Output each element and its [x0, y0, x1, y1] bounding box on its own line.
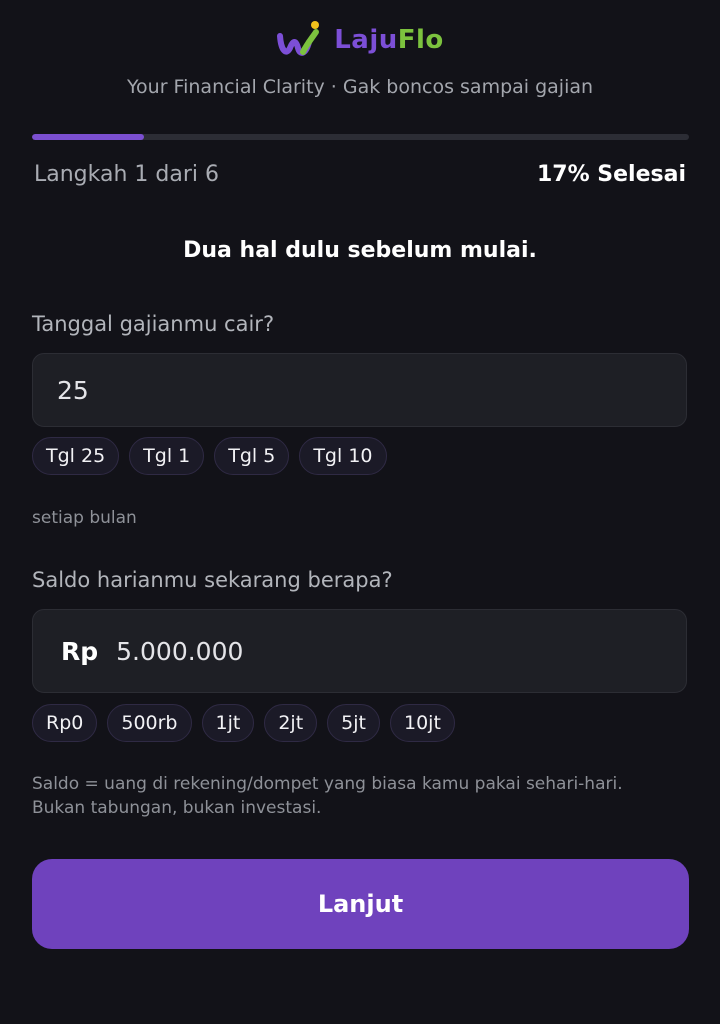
- chip-10jt[interactable]: 10jt: [389, 704, 455, 742]
- payday-input-box[interactable]: [32, 353, 687, 427]
- balance-input[interactable]: [116, 636, 658, 666]
- onboarding-screen: LajuFlo Your Financial Clarity · Gak bon…: [0, 0, 720, 1024]
- tagline: Your Financial Clarity · Gak boncos samp…: [126, 76, 594, 98]
- brand-name-flo: Flo: [397, 25, 444, 55]
- chip-500rb[interactable]: 500rb: [107, 704, 192, 742]
- chip-tgl-10[interactable]: Tgl 10: [299, 437, 387, 475]
- chip-5jt[interactable]: 5jt: [327, 704, 380, 742]
- currency-prefix: Rp: [61, 636, 99, 666]
- step-label: Langkah 1 dari 6: [34, 162, 220, 187]
- app-header: LajuFlo: [0, 18, 720, 62]
- progress-bar-fill: [32, 134, 144, 140]
- chip-tgl-5[interactable]: Tgl 5: [214, 437, 290, 475]
- balance-input-box[interactable]: Rp: [32, 609, 687, 693]
- payday-input[interactable]: [57, 375, 662, 405]
- lajuflo-logo-icon: [277, 21, 320, 56]
- balance-label: Saldo harianmu sekarang berapa?: [32, 568, 393, 592]
- payday-label: Tanggal gajianmu cair?: [32, 312, 275, 336]
- brand-name: LajuFlo: [334, 25, 444, 55]
- intro-heading: Dua hal dulu sebelum mulai.: [183, 238, 537, 263]
- chip-tgl-1[interactable]: Tgl 1: [129, 437, 205, 475]
- brand-name-laju: Laju: [334, 25, 398, 55]
- progress-bar: [32, 134, 689, 140]
- balance-helper-line-2: Bukan tabungan, bukan investasi.: [32, 798, 322, 818]
- payday-chips: Tgl 25 Tgl 1 Tgl 5 Tgl 10: [32, 437, 387, 475]
- payday-helper: setiap bulan: [32, 508, 137, 528]
- percent-complete-label: 17% Selesai: [536, 162, 686, 187]
- chip-rp0[interactable]: Rp0: [32, 704, 98, 742]
- balance-helper: Saldo = uang di rekening/dompet yang bia…: [32, 772, 623, 820]
- balance-helper-line-1: Saldo = uang di rekening/dompet yang bia…: [32, 774, 623, 794]
- chip-1jt[interactable]: 1jt: [201, 704, 255, 742]
- balance-chips: Rp0 500rb 1jt 2jt 5jt 10jt: [32, 704, 455, 742]
- chip-tgl-25[interactable]: Tgl 25: [32, 437, 120, 475]
- continue-button[interactable]: Lanjut: [32, 859, 689, 949]
- chip-2jt[interactable]: 2jt: [264, 704, 318, 742]
